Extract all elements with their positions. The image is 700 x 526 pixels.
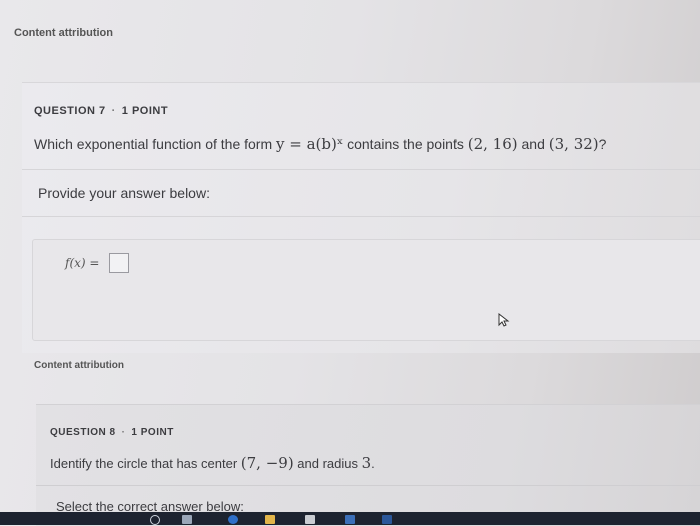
taskbar [0, 512, 700, 525]
task-view-icon[interactable] [182, 515, 192, 524]
question-8-card: QUESTION 8 · 1 POINT Identify the circle t… [36, 404, 700, 526]
store-icon[interactable] [305, 515, 315, 524]
folder-icon[interactable] [265, 515, 275, 524]
question-8-text: Identify the circle that has center (7, … [50, 454, 375, 472]
header-separator: · [111, 105, 116, 117]
content-attribution-link[interactable]: Content attribution [14, 27, 113, 39]
browser-icon[interactable] [150, 515, 160, 525]
math-form: y = a(b)ˣ [276, 135, 344, 153]
question-text-part: . [371, 456, 375, 471]
point-2: (3, 32) [548, 135, 599, 153]
answer-area: f(x) = [32, 239, 700, 341]
mail-icon[interactable] [345, 515, 355, 524]
point-1: (2, 16) [467, 135, 518, 153]
question-text-part: and radius [293, 456, 362, 471]
question-8-header: QUESTION 8 · 1 POINT [50, 427, 174, 438]
question-number: QUESTION 8 [50, 427, 116, 438]
question-text-part: Identify the circle that has center [50, 456, 241, 471]
answer-prompt: Provide your answer below: [38, 185, 210, 201]
circle-center: (7, −9) [240, 454, 294, 472]
answer-label: f(x) = [65, 256, 100, 270]
question-7-text: Which exponential function of the form y… [34, 135, 606, 153]
word-icon[interactable] [382, 515, 392, 524]
content-attribution-link[interactable]: Content attribution [34, 360, 124, 371]
divider [22, 169, 700, 170]
question-points: 1 POINT [121, 105, 169, 117]
question-text-part: ? [598, 136, 607, 152]
mouse-cursor-icon [498, 313, 510, 327]
circle-radius: 3 [361, 454, 372, 472]
question-text-part: and [517, 136, 549, 152]
question-7-card: QUESTION 7 · 1 POINT Which exponential fun… [22, 82, 700, 353]
question-text-part: contains the points [343, 136, 468, 152]
divider [22, 216, 700, 217]
edge-icon[interactable] [228, 515, 238, 524]
divider [36, 485, 700, 486]
question-points: 1 POINT [131, 427, 174, 438]
header-separator: · [121, 427, 126, 438]
question-7-header: QUESTION 7 · 1 POINT [34, 105, 168, 117]
question-text-part: Which exponential function of the form [34, 136, 277, 152]
answer-input[interactable] [109, 253, 129, 273]
question-number: QUESTION 7 [34, 105, 106, 117]
